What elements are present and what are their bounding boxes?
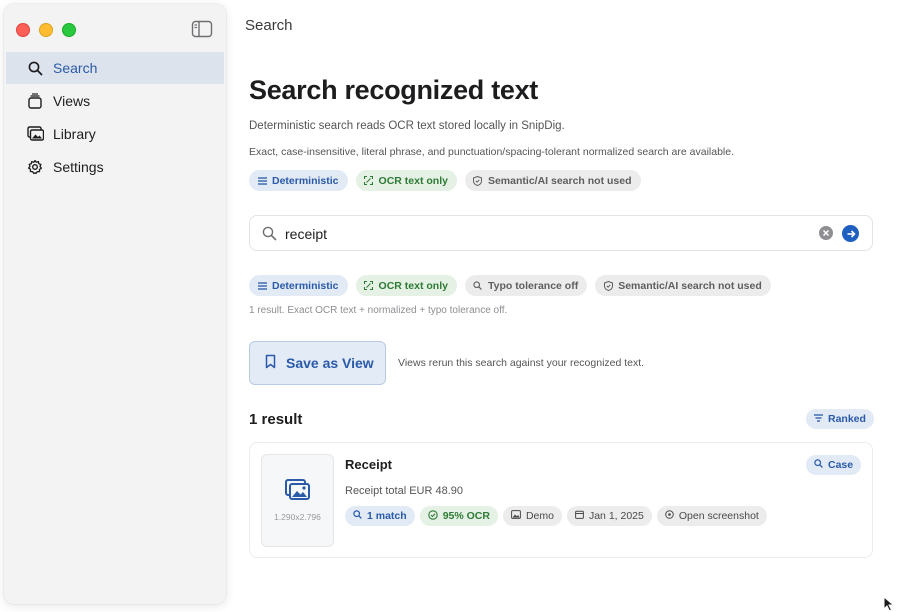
sidebar-toggle-icon[interactable]	[191, 20, 213, 38]
magnifier-icon	[473, 281, 483, 291]
match-count-chip: 1 match	[345, 506, 415, 526]
minimize-window-button[interactable]	[39, 23, 53, 37]
text-scan-icon	[364, 281, 374, 291]
save-as-view-label: Save as View	[286, 355, 374, 371]
source-chip: Demo	[502, 506, 562, 526]
chip-label: OCR text only	[378, 174, 448, 187]
sidebar-item-label: Library	[53, 126, 96, 142]
zoom-window-button[interactable]	[62, 23, 76, 37]
shield-check-icon	[473, 175, 483, 186]
open-icon	[665, 510, 674, 522]
mode-chip-row: Deterministic OCR text only Semantic/AI …	[249, 170, 641, 191]
semantic-off-chip: Semantic/AI search not used	[595, 275, 771, 296]
ocr-only-chip: OCR text only	[355, 275, 457, 296]
result-title: Receipt	[345, 457, 392, 472]
chip-label: Deterministic	[272, 174, 339, 187]
sort-ranked-button[interactable]: Ranked	[806, 409, 874, 429]
bookmark-icon	[265, 354, 276, 372]
filter-icon	[814, 413, 823, 425]
sidebar-item-label: Settings	[53, 159, 104, 175]
active-chip-row: Deterministic OCR text only Typo toleran…	[249, 275, 771, 296]
text-scan-icon	[364, 176, 374, 186]
list-icon	[257, 281, 267, 291]
result-snippet: Receipt total EUR 48.90	[345, 485, 464, 497]
chip-label: Demo	[525, 510, 554, 522]
sidebar: Search Views Library Settings	[4, 4, 226, 604]
page-title: Search recognized text	[249, 75, 539, 105]
chip-label: Typo tolerance off	[487, 279, 579, 292]
close-window-button[interactable]	[16, 23, 30, 37]
gear-icon	[26, 158, 44, 176]
sidebar-item-label: Views	[53, 93, 91, 109]
save-view-note: Views rerun this search against your rec…	[398, 357, 645, 369]
sidebar-nav: Search Views Library Settings	[6, 52, 224, 184]
typo-tolerance-chip: Typo tolerance off	[464, 275, 588, 296]
chip-label: OCR text only	[378, 279, 448, 292]
arrow-right-icon	[847, 229, 856, 238]
search-icon	[26, 59, 44, 77]
results-heading: 1 result	[249, 411, 303, 428]
calendar-icon	[575, 510, 584, 522]
clear-search-button[interactable]	[819, 226, 833, 240]
deterministic-chip: Deterministic	[249, 170, 348, 191]
date-chip: Jan 1, 2025	[566, 506, 652, 526]
thumbnail-dimensions: 1.290x2.796	[274, 512, 321, 522]
photo-icon	[284, 479, 311, 506]
shield-check-icon	[603, 280, 613, 291]
ocr-confidence-chip: 95% OCR	[419, 506, 498, 526]
chip-label: Jan 1, 2025	[588, 510, 644, 522]
match-case-chip: Case	[806, 455, 862, 475]
sidebar-item-views[interactable]: Views	[6, 85, 224, 117]
chip-label: Case	[828, 459, 854, 471]
close-icon	[822, 229, 830, 237]
mouse-pointer-icon	[883, 595, 897, 612]
open-screenshot-button[interactable]: Open screenshot	[656, 506, 767, 526]
semantic-off-chip: Semantic/AI search not used	[464, 170, 641, 191]
chip-label: 95% OCR	[442, 510, 490, 522]
image-icon	[511, 510, 521, 522]
chip-label: Open screenshot	[678, 510, 759, 522]
deterministic-chip: Deterministic	[249, 275, 348, 296]
submit-search-button[interactable]	[842, 225, 859, 242]
sort-label: Ranked	[828, 413, 866, 425]
chip-label: Semantic/AI search not used	[618, 279, 762, 292]
sidebar-item-library[interactable]: Library	[6, 118, 224, 150]
search-input[interactable]	[285, 224, 805, 244]
check-circle-icon	[427, 509, 438, 523]
stack-icon	[26, 92, 44, 110]
page-subdescription: Exact, case-insensitive, literal phrase,…	[249, 146, 735, 158]
magnifier-icon	[353, 510, 362, 522]
window-title: Search	[245, 17, 293, 34]
list-icon	[257, 176, 267, 186]
result-thumbnail[interactable]: 1.290x2.796	[261, 454, 334, 547]
magnifier-icon	[814, 459, 823, 471]
save-as-view-button[interactable]: Save as View	[249, 341, 386, 385]
chip-label: 1 match	[367, 510, 407, 522]
sidebar-item-search[interactable]: Search	[6, 52, 224, 84]
search-icon	[262, 226, 277, 246]
ocr-only-chip: OCR text only	[355, 170, 457, 191]
chip-label: Semantic/AI search not used	[487, 174, 632, 187]
page-description: Deterministic search reads OCR text stor…	[249, 120, 565, 132]
chip-label: Deterministic	[272, 279, 339, 292]
search-box	[249, 215, 873, 251]
result-meta-row: 1 match 95% OCR Demo Jan 1, 2025 Open sc…	[345, 506, 767, 526]
result-summary: 1 result. Exact OCR text + normalized + …	[249, 305, 508, 316]
result-card[interactable]: 1.290x2.796 Receipt Case Receipt total E…	[249, 442, 873, 558]
photo-library-icon	[26, 125, 44, 143]
sidebar-item-label: Search	[53, 60, 98, 76]
sidebar-item-settings[interactable]: Settings	[6, 151, 224, 183]
